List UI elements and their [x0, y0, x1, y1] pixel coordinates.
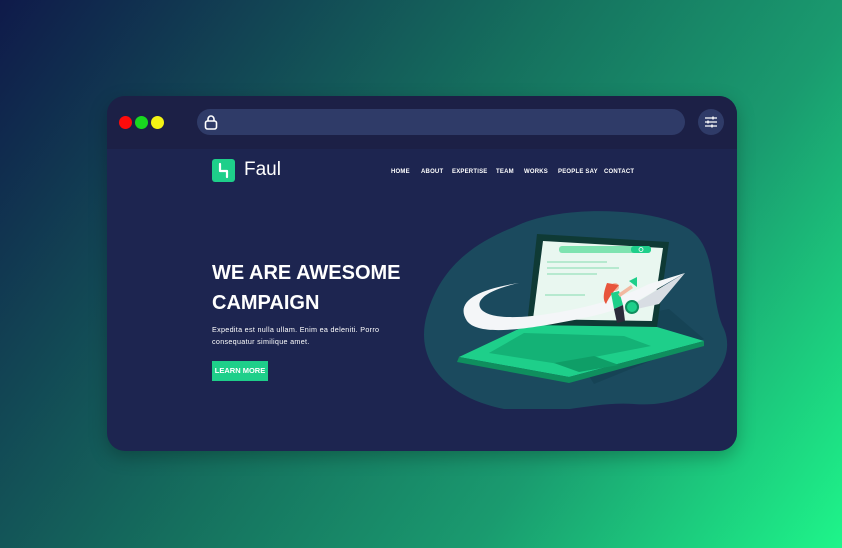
- hero-description: Expedita est nulla ullam. Enim ea deleni…: [212, 324, 392, 348]
- brand-logo-mark[interactable]: [212, 159, 235, 182]
- nav-expertise[interactable]: EXPERTISE: [452, 169, 487, 175]
- maximize-window-dot[interactable]: [135, 116, 148, 129]
- nav-contact[interactable]: CONTACT: [604, 169, 634, 175]
- hero-headline: WE ARE AWESOME CAMPAIGN: [212, 258, 422, 318]
- address-bar[interactable]: [197, 109, 685, 135]
- brand-logo-icon: [218, 162, 229, 179]
- learn-more-button[interactable]: LEARN MORE: [212, 361, 268, 381]
- minimize-window-dot[interactable]: [151, 116, 164, 129]
- browser-settings-button[interactable]: [698, 109, 724, 135]
- plane-wheel: [625, 300, 639, 314]
- hero-description-line-1: Expedita est nulla ullam. Enim ea deleni…: [212, 325, 380, 334]
- nav-people-say[interactable]: PEOPLE SAY: [558, 169, 598, 175]
- hero-headline-line-1: WE ARE AWESOME: [212, 262, 401, 284]
- nav-team[interactable]: TEAM: [496, 169, 514, 175]
- lock-icon: [204, 115, 218, 130]
- screen-text-line: [545, 294, 585, 296]
- browser-window: Faul HOME ABOUT EXPERTISE TEAM WORKS PEO…: [107, 96, 737, 451]
- screen-text-line: [547, 273, 597, 275]
- hero-description-line-2: consequatur similique amet.: [212, 337, 310, 346]
- screen-search-button: [631, 246, 651, 253]
- brand-name[interactable]: Faul: [244, 159, 281, 181]
- hero-illustration: [424, 211, 728, 409]
- nav-works[interactable]: WORKS: [524, 169, 548, 175]
- nav-home[interactable]: HOME: [391, 169, 410, 175]
- sliders-icon: [705, 116, 717, 128]
- nav-about[interactable]: ABOUT: [421, 169, 443, 175]
- hero-headline-line-2: CAMPAIGN: [212, 292, 320, 314]
- screen-text-line: [547, 267, 619, 269]
- browser-titlebar: [107, 96, 737, 149]
- screen-text-line: [547, 261, 607, 263]
- close-window-dot[interactable]: [119, 116, 132, 129]
